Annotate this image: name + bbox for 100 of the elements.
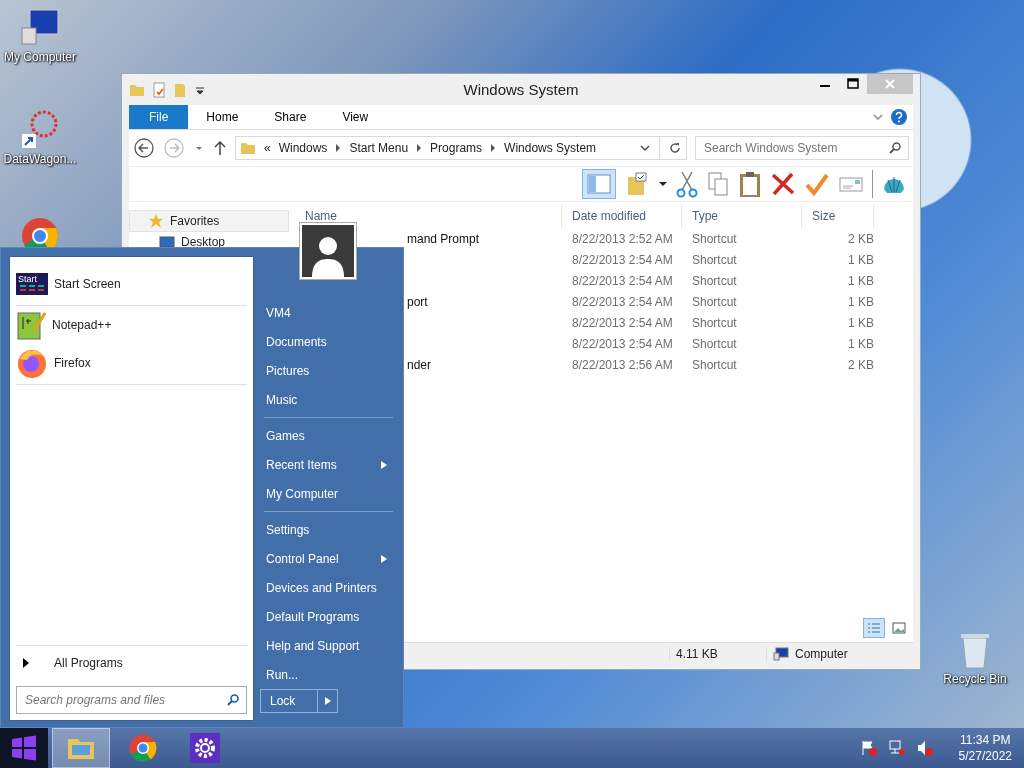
address-bar[interactable]: « Windows Start Menu Programs Windows System xyxy=(235,136,687,160)
search-field[interactable]: Search programs and files xyxy=(16,686,247,714)
start-button[interactable] xyxy=(0,728,48,768)
search-input[interactable]: Search Windows System xyxy=(702,140,888,156)
up-arrow-icon[interactable] xyxy=(213,140,227,156)
all-programs-item[interactable]: All Programs xyxy=(16,648,247,678)
file-name[interactable]: mand Prompt xyxy=(407,231,480,246)
dropdown-icon[interactable] xyxy=(658,179,668,189)
nav-item[interactable]: Desktop xyxy=(129,232,289,252)
file-name[interactable]: nder xyxy=(407,357,432,372)
search-input[interactable]: Search programs and files xyxy=(23,692,226,708)
network-icon[interactable] xyxy=(887,739,906,757)
type-cell-text: Shortcut xyxy=(691,273,738,288)
notepad-icon xyxy=(16,309,46,341)
file-name[interactable]: port xyxy=(407,294,428,309)
places-link[interactable]: Settings xyxy=(260,515,395,544)
breadcrumb-item[interactable]: Programs xyxy=(430,141,483,155)
date-cell-text: 8/22/2013 2:54 AM xyxy=(571,273,674,288)
refresh-icon[interactable] xyxy=(668,141,682,155)
windows-logo-icon xyxy=(11,735,37,761)
size-cell-text: 2 KB xyxy=(847,357,874,372)
clock[interactable]: 11:34 PM 5/27/2022 xyxy=(940,732,1024,764)
places-link[interactable]: Games xyxy=(260,421,395,450)
user-avatar[interactable] xyxy=(300,223,356,279)
ribbon-tab[interactable]: Home xyxy=(188,105,257,129)
firefox-icon xyxy=(16,347,48,379)
help-icon[interactable] xyxy=(891,109,907,125)
caret-icon xyxy=(324,697,331,705)
start-screen-icon: Start xyxy=(16,273,48,295)
size-cell-text: 1 KB xyxy=(847,315,874,330)
type-cell-text: Shortcut xyxy=(691,294,738,309)
nav-item[interactable]: Favorites xyxy=(129,210,289,232)
type-cell-text: Shortcut xyxy=(691,336,738,351)
search-icon[interactable] xyxy=(888,141,902,155)
computer-icon[interactable] xyxy=(18,8,62,48)
search-field[interactable]: Search Windows System xyxy=(695,136,909,160)
places-link[interactable]: Documents xyxy=(260,327,395,356)
computer-icon xyxy=(773,647,789,661)
search-icon[interactable] xyxy=(226,693,240,707)
type-cell-text: Shortcut xyxy=(691,357,738,372)
column-header[interactable]: Date modified xyxy=(562,204,682,228)
desktop-icon xyxy=(159,235,175,249)
close-icon xyxy=(884,78,896,90)
breadcrumb-item[interactable]: Windows System xyxy=(504,141,597,155)
window-title: Windows System xyxy=(463,81,579,98)
ribbon-tab[interactable]: Share xyxy=(256,105,325,129)
size-cell-text: 1 KB xyxy=(847,252,874,267)
type-cell-text: Shortcut xyxy=(691,252,738,267)
size-cell-text: 2 KB xyxy=(847,231,874,246)
program-item[interactable]: Start Start Screen xyxy=(16,265,247,303)
submenu-arrow-icon xyxy=(381,554,387,563)
cross-icon[interactable] xyxy=(770,171,796,197)
places-link[interactable]: Control Panel xyxy=(260,544,395,573)
places-link[interactable]: VM4 xyxy=(260,298,395,327)
date-cell-text: 8/22/2013 2:54 AM xyxy=(571,336,674,351)
speaker-muted-icon[interactable] xyxy=(915,739,934,757)
size-cell-text: 1 KB xyxy=(847,336,874,351)
places-link[interactable]: Recent Items xyxy=(260,450,395,479)
gear-icon xyxy=(190,733,220,763)
program-item[interactable]: Firefox xyxy=(16,344,247,382)
places-link[interactable]: My Computer xyxy=(260,479,395,508)
submenu-arrow-icon xyxy=(381,460,387,469)
breadcrumb-item[interactable]: Start Menu xyxy=(349,141,409,155)
places-link[interactable]: Default Programs xyxy=(260,602,395,631)
places-link[interactable]: Devices and Printers xyxy=(260,573,395,602)
date-cell-text: 8/22/2013 2:54 AM xyxy=(571,294,674,309)
date-cell-text: 8/22/2013 2:54 AM xyxy=(571,315,674,330)
back-icon[interactable] xyxy=(133,137,155,159)
clipboard-icon[interactable] xyxy=(738,170,762,198)
breadcrumb-arrow-icon[interactable] xyxy=(490,144,497,152)
scissors-icon[interactable] xyxy=(676,170,698,198)
breadcrumb-item[interactable]: Windows xyxy=(278,141,328,155)
folder-icon xyxy=(240,140,256,156)
date-cell-text: 8/22/2013 2:54 AM xyxy=(571,252,674,267)
status-location: Computer xyxy=(795,647,848,661)
places-link[interactable]: Music xyxy=(260,385,395,414)
size-cell-text: 1 KB xyxy=(847,273,874,288)
flag-warning-icon[interactable] xyxy=(859,739,878,757)
clock-date: 5/27/2022 xyxy=(958,748,1012,764)
breadcrumb-overflow[interactable]: « xyxy=(264,141,271,155)
program-item[interactable]: Notepad++ xyxy=(16,305,247,344)
column-header[interactable]: Size xyxy=(802,204,874,228)
clock-time: 11:34 PM xyxy=(960,732,1011,748)
caret-icon xyxy=(22,658,30,668)
properties-icon[interactable] xyxy=(151,81,167,98)
power-options-button[interactable] xyxy=(318,689,338,713)
list-icon xyxy=(866,621,882,635)
thumbnail-view-icon[interactable] xyxy=(891,621,907,635)
places-link[interactable]: Run... xyxy=(260,660,395,689)
breadcrumb-arrow-icon[interactable] xyxy=(416,144,423,152)
checkmark-icon[interactable] xyxy=(804,171,830,197)
size-cell-text: 1 KB xyxy=(847,294,874,309)
lock-button[interactable]: Lock xyxy=(260,689,318,713)
places-link[interactable]: Pictures xyxy=(260,356,395,385)
places-link[interactable]: Help and Support xyxy=(260,631,395,660)
ribbon-tab[interactable]: View xyxy=(324,105,387,129)
column-header[interactable]: Type xyxy=(682,204,802,228)
pane-icon xyxy=(585,172,613,196)
date-cell-text: 8/22/2013 2:52 AM xyxy=(571,231,674,246)
breadcrumb-arrow-icon[interactable] xyxy=(335,144,342,152)
